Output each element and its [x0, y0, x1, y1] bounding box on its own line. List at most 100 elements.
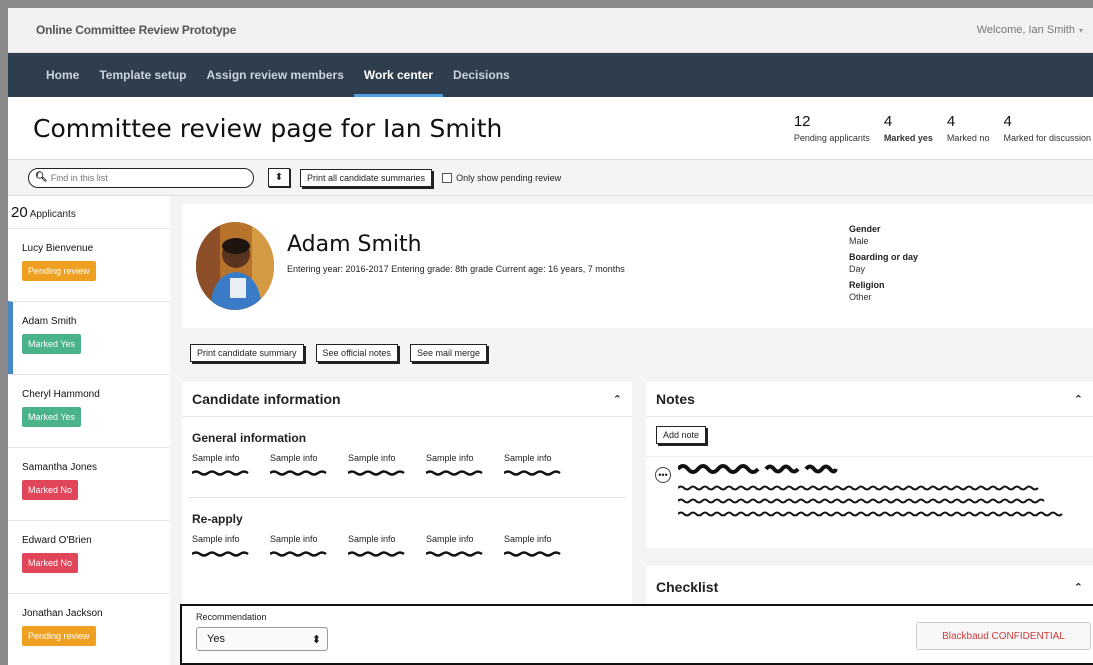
list-item[interactable]: Samantha Jones Marked No: [8, 447, 170, 520]
info-label: Sample info: [348, 534, 396, 544]
stat-pending: 12 Pending applicants: [794, 113, 870, 143]
recommendation-label: Recommendation: [196, 612, 267, 622]
review-stats: 12 Pending applicants 4 Marked yes 4 Mar…: [794, 113, 1093, 143]
candidate-name: Adam Smith: [287, 232, 422, 257]
chevron-up-icon[interactable]: ⌃: [613, 393, 622, 406]
status-badge: Marked No: [22, 553, 79, 573]
nav-assign-review-members[interactable]: Assign review members: [196, 53, 353, 97]
stat-marked-no: 4 Marked no: [947, 113, 990, 143]
applicant-count-label: Applicants: [29, 209, 76, 220]
list-item[interactable]: Cheryl Hammond Marked Yes: [8, 374, 170, 447]
info-grid: Sample info Sample info Sample info Samp…: [182, 453, 632, 481]
boarding-label: Boarding or day: [849, 252, 919, 262]
panel-header: Checklist ⌃: [646, 566, 1093, 608]
redacted-value-icon: [347, 551, 405, 557]
info-label: Sample info: [270, 453, 318, 463]
chevron-up-icon[interactable]: ⌃: [1074, 581, 1083, 594]
stat-label: Pending applicants: [793, 133, 870, 143]
applicant-name: Jonathan Jackson: [22, 608, 103, 619]
user-menu[interactable]: Welcome, Ian Smith ▾: [977, 24, 1083, 36]
candidate-detail: Adam Smith Entering year: 2016-2017 Ente…: [182, 204, 1093, 665]
stat-discussion: 4 Marked for discussion: [1003, 113, 1091, 143]
info-cell: Sample info: [269, 534, 348, 562]
stat-value: 12: [793, 113, 811, 130]
candidate-actions: Print candidate summary See official not…: [182, 329, 1093, 377]
only-pending-label: Only show pending review: [456, 172, 562, 183]
recommendation-select[interactable]: Yes ⬍: [196, 627, 328, 651]
gender-value: Male: [849, 236, 869, 246]
nav-template-setup[interactable]: Template setup: [89, 53, 196, 97]
section-title: General information: [192, 431, 307, 445]
chevron-down-icon: ▾: [1078, 25, 1083, 35]
redacted-value-icon: [503, 551, 561, 557]
list-item[interactable]: Edward O'Brien Marked No: [8, 520, 170, 593]
panel-title: Candidate information: [192, 391, 341, 407]
add-note-button[interactable]: Add note: [656, 426, 707, 444]
info-label: Sample info: [348, 453, 396, 463]
list-item[interactable]: Lucy Bienvenue Pending review: [8, 228, 170, 301]
only-pending-checkbox[interactable]: [442, 172, 453, 183]
sort-button[interactable]: ⬍: [268, 168, 290, 187]
info-label: Sample info: [426, 534, 474, 544]
search-box: 🔍︎: [28, 167, 254, 188]
only-pending-filter[interactable]: Only show pending review: [442, 172, 562, 183]
avatar: [196, 222, 274, 310]
info-label: Sample info: [504, 534, 552, 544]
panel-header: Candidate information ⌃: [182, 382, 632, 417]
stat-value: 4: [1003, 113, 1012, 130]
app-title: Online Committee Review Prototype: [36, 23, 237, 37]
stat-label: Marked for discussion: [1003, 133, 1091, 143]
applicant-list: 20 Applicants Lucy Bienvenue Pending rev…: [8, 196, 170, 665]
mail-merge-button[interactable]: See mail merge: [409, 344, 487, 362]
official-notes-button[interactable]: See official notes: [315, 344, 398, 362]
list-toolbar: 🔍︎ ⬍ Print all candidate summaries Only …: [8, 160, 1093, 196]
recommendation-bar: Recommendation Yes ⬍ Blackbaud CONFIDENT…: [180, 604, 1093, 665]
info-label: Sample info: [426, 453, 474, 463]
list-item[interactable]: Adam Smith Marked Yes: [8, 301, 170, 374]
note-item: •••: [646, 456, 1093, 536]
nav-work-center[interactable]: Work center: [353, 53, 444, 97]
nav-home[interactable]: Home: [36, 53, 89, 97]
confidential-button[interactable]: Blackbaud CONFIDENTIAL: [916, 622, 1091, 650]
info-cell: Sample info: [503, 453, 582, 481]
redacted-value-icon: [269, 470, 327, 476]
info-cell: Sample info: [191, 453, 270, 481]
avatar-photo-icon: [196, 222, 274, 310]
applicant-count: 20 Applicants: [8, 196, 170, 228]
boarding-value: Day: [849, 264, 866, 274]
print-summary-button[interactable]: Print candidate summary: [190, 344, 304, 362]
status-badge: Pending review: [22, 626, 96, 646]
status-badge: Marked No: [22, 480, 79, 500]
redacted-value-icon: [425, 551, 483, 557]
status-badge: Marked Yes: [22, 407, 82, 427]
candidate-demographics: Gender Male Boarding or day Day Religion…: [849, 224, 918, 308]
info-label: Sample info: [270, 534, 318, 544]
list-item[interactable]: Jonathan Jackson Pending review: [8, 593, 170, 665]
panel-title: Notes: [656, 391, 695, 407]
info-cell: Sample info: [425, 534, 504, 562]
info-label: Sample info: [192, 453, 240, 463]
applicant-name: Edward O'Brien: [22, 535, 92, 546]
redacted-value-icon: [269, 551, 327, 557]
status-badge: Marked Yes: [22, 334, 82, 354]
search-input[interactable]: [50, 172, 241, 183]
info-cell: Sample info: [191, 534, 270, 562]
stat-value: 4: [946, 113, 956, 130]
top-bar: Online Committee Review Prototype Welcom…: [8, 8, 1093, 53]
select-arrows-icon: ⬍: [311, 633, 321, 646]
nav-decisions[interactable]: Decisions: [443, 53, 520, 97]
religion-label: Religion: [849, 280, 885, 290]
panel-title: Checklist: [656, 579, 719, 595]
stat-label: Marked yes: [883, 133, 933, 143]
stat-marked-yes: 4 Marked yes: [884, 113, 933, 143]
chevron-up-icon[interactable]: ⌃: [1074, 393, 1083, 406]
applicant-name: Cheryl Hammond: [22, 389, 100, 400]
info-cell: Sample info: [269, 453, 348, 481]
redacted-value-icon: [191, 470, 249, 476]
page-header: Committee review page for Ian Smith 12 P…: [8, 97, 1093, 160]
print-all-summaries-button[interactable]: Print all candidate summaries: [300, 168, 433, 187]
more-options-icon[interactable]: •••: [655, 467, 671, 483]
info-cell: Sample info: [347, 534, 426, 562]
redacted-value-icon: [191, 551, 249, 557]
applicant-name: Adam Smith: [22, 316, 77, 327]
